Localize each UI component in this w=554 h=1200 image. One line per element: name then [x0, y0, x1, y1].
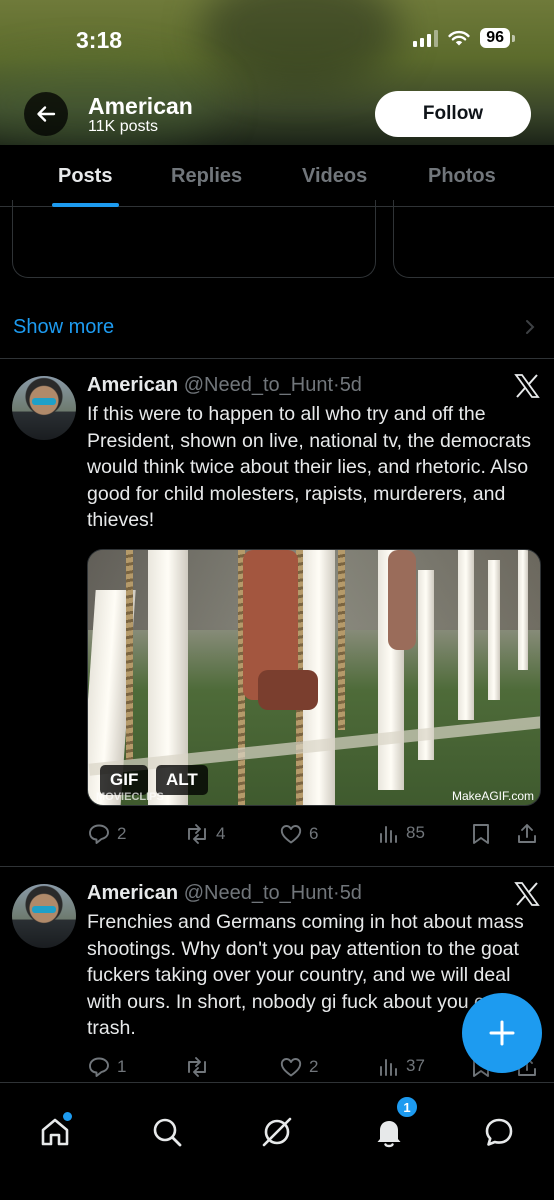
back-button[interactable] [24, 92, 68, 136]
profile-header: 3:18 96 American 11K posts Follow [0, 0, 554, 145]
bookmark-button[interactable] [470, 822, 492, 846]
tweet-time[interactable]: 5d [340, 374, 362, 396]
chevron-right-icon[interactable] [524, 318, 536, 336]
media-watermark-left: MOVIECLIPS [96, 791, 164, 803]
tweet-author-handle[interactable]: @Need_to_Hunt [184, 882, 333, 904]
like-icon [280, 1058, 302, 1077]
suggested-card[interactable] [12, 200, 376, 278]
suggested-card[interactable] [393, 200, 554, 278]
compose-button[interactable] [462, 993, 542, 1073]
like-button[interactable]: 2 [279, 1055, 318, 1079]
reply-count: 1 [117, 1057, 127, 1076]
like-icon [280, 825, 302, 844]
show-more-link[interactable]: Show more [13, 316, 114, 339]
x-logo-icon [514, 882, 540, 906]
tweet-author-handle[interactable]: @Need_to_Hunt [184, 374, 333, 396]
notifications-badge: 1 [396, 1096, 418, 1118]
bookmark-icon [473, 824, 489, 844]
like-count: 6 [309, 824, 319, 843]
tweet-separator: · [333, 374, 340, 396]
bell-icon[interactable] [372, 1115, 406, 1149]
signal-icon [413, 29, 439, 47]
reply-icon [89, 1057, 109, 1077]
repost-count: 4 [216, 824, 226, 843]
divider [0, 866, 554, 867]
messages-icon[interactable] [482, 1115, 516, 1149]
tweet-header: American @Need_to_Hunt·5d [87, 882, 362, 905]
tweet-author-name[interactable]: American [87, 374, 178, 396]
views-button[interactable]: 37 [378, 1055, 425, 1077]
reply-icon [89, 824, 109, 844]
search-icon[interactable] [150, 1115, 184, 1149]
tweet-time[interactable]: 5d [340, 882, 362, 904]
profile-posts-count: 11K posts [88, 118, 158, 135]
tab-photos[interactable]: Photos [428, 165, 496, 188]
views-icon [380, 826, 397, 843]
repost-button[interactable]: 4 [184, 822, 225, 846]
divider [0, 358, 554, 359]
views-icon [380, 1059, 397, 1076]
tweet-media-gif[interactable]: GIF ALT MOVIECLIPS MakeAGIF.com [87, 549, 541, 806]
reply-button[interactable]: 1 [87, 1055, 126, 1079]
like-button[interactable]: 6 [279, 822, 318, 846]
tab-videos[interactable]: Videos [302, 165, 367, 188]
views-count: 37 [406, 1056, 425, 1075]
wifi-icon [448, 30, 470, 45]
reply-count: 2 [117, 824, 127, 843]
profile-tabs: Posts Replies Videos Photos [0, 145, 554, 207]
views-button[interactable]: 85 [378, 822, 425, 844]
status-time: 3:18 [76, 27, 123, 53]
repost-icon [188, 1057, 206, 1077]
tweet-separator: · [333, 882, 340, 904]
repost-button[interactable] [184, 1055, 216, 1079]
follow-button[interactable]: Follow [375, 91, 531, 137]
grok-icon[interactable] [260, 1115, 294, 1149]
tweet-header: American @Need_to_Hunt·5d [87, 374, 362, 397]
tab-replies[interactable]: Replies [171, 165, 242, 188]
back-arrow-icon [37, 106, 56, 122]
battery-indicator: 96 [480, 28, 515, 48]
repost-icon [188, 824, 206, 844]
views-count: 85 [406, 823, 425, 842]
bottom-nav: 1 [0, 1082, 554, 1200]
share-icon [518, 824, 536, 843]
like-count: 2 [309, 1057, 319, 1076]
status-icons: 96 [413, 28, 515, 48]
home-unread-dot [63, 1112, 72, 1121]
avatar[interactable] [12, 376, 76, 440]
media-watermark: MakeAGIF.com [451, 789, 534, 803]
compose-icon [489, 1020, 515, 1046]
share-button[interactable] [515, 822, 539, 846]
tweet-author-name[interactable]: American [87, 882, 178, 904]
tweet-actions: 2 4 6 85 [87, 822, 547, 852]
banner-blur [200, 0, 400, 90]
x-logo-icon [514, 374, 540, 398]
tab-posts[interactable]: Posts [58, 165, 112, 188]
tweet-text: If this were to happen to all who try an… [87, 403, 532, 531]
profile-name: American [88, 93, 193, 119]
reply-button[interactable]: 2 [87, 822, 126, 846]
avatar[interactable] [12, 884, 76, 948]
